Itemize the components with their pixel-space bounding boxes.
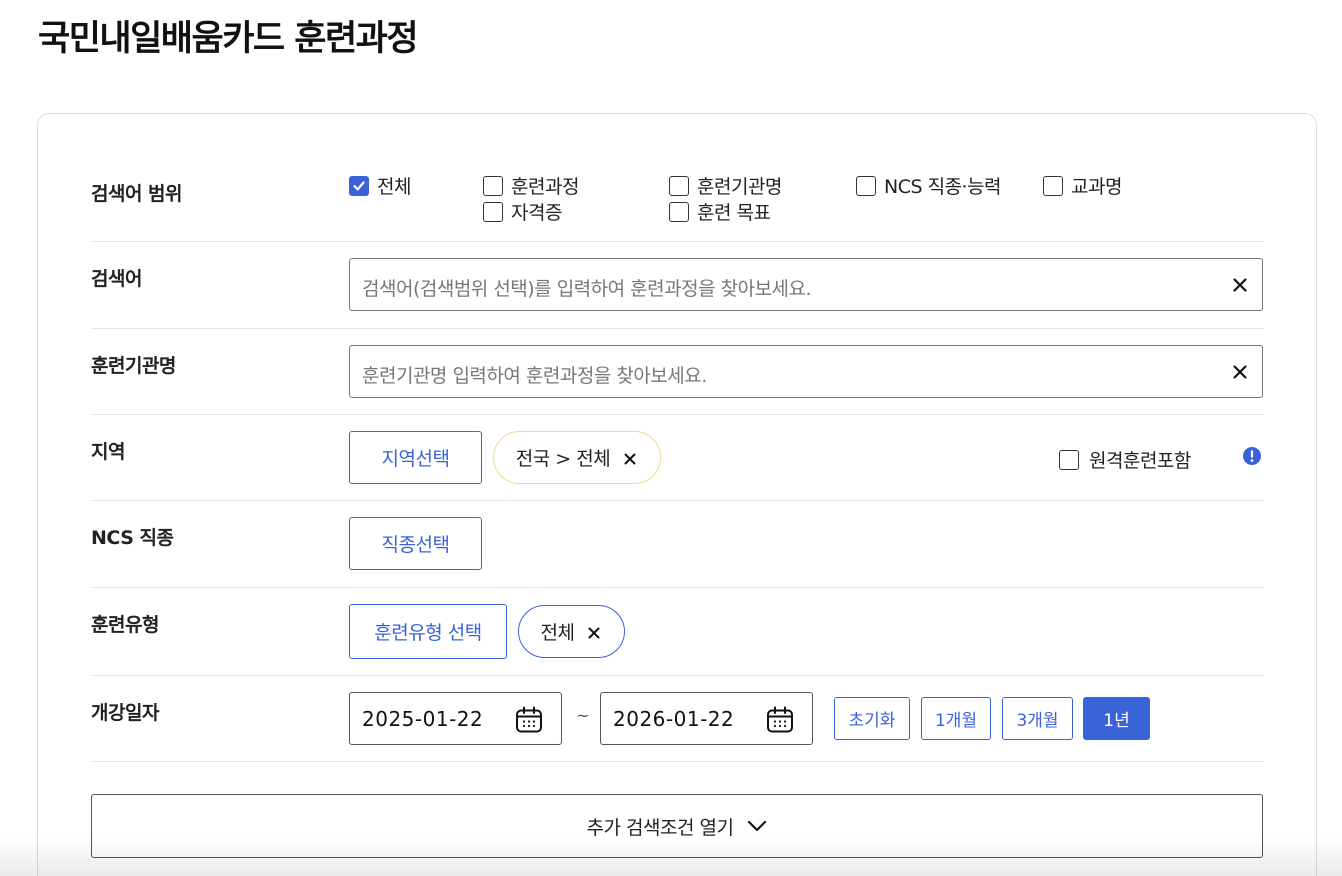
institution-row: 훈련기관명 훈련기관명 입력하여 훈련과정을 찾아보세요.: [91, 329, 1263, 415]
scope-certificate-label: 자격증: [511, 202, 562, 224]
bottom-fade: [0, 835, 1342, 876]
reset-date-button[interactable]: 초기화: [834, 697, 910, 740]
region-row: 지역 지역선택 전국 > 전체 원격훈련포함: [91, 415, 1263, 501]
search-panel: 검색어 범위 전체 훈련과정 훈련기관명 NCS 직종·능력 교과명 자격증 훈…: [37, 113, 1317, 876]
scope-all-checkbox[interactable]: 전체: [349, 172, 411, 199]
scope-course-label: 훈련과정: [511, 176, 579, 198]
training-type-chip[interactable]: 전체: [518, 605, 625, 658]
institution-input[interactable]: 훈련기관명 입력하여 훈련과정을 찾아보세요.: [349, 345, 1263, 398]
start-date-value: 2025-01-22: [362, 707, 484, 731]
close-icon[interactable]: [622, 450, 638, 466]
region-chip-label: 전국 > 전체: [515, 448, 611, 470]
start-date-input[interactable]: 2025-01-22: [349, 692, 562, 745]
scope-institution-checkbox[interactable]: 훈련기관명: [669, 172, 782, 199]
scope-label: 검색어 범위: [91, 183, 183, 205]
ncs-label: NCS 직종: [91, 527, 174, 549]
remote-training-checkbox[interactable]: 원격훈련포함: [1059, 446, 1191, 473]
training-type-select-button[interactable]: 훈련유형 선택: [349, 604, 507, 659]
checkbox-icon: [1043, 175, 1063, 196]
calendar-icon[interactable]: [765, 705, 795, 735]
training-type-label: 훈련유형: [91, 614, 159, 636]
scope-row: 검색어 범위 전체 훈련과정 훈련기관명 NCS 직종·능력 교과명 자격증 훈…: [91, 114, 1263, 242]
scope-subject-checkbox[interactable]: 교과명: [1043, 172, 1122, 199]
region-chip[interactable]: 전국 > 전체: [493, 431, 661, 484]
date-range-separator: ~: [576, 706, 590, 725]
checkbox-icon: [483, 201, 503, 222]
training-type-row: 훈련유형 훈련유형 선택 전체: [91, 588, 1263, 676]
one-year-button[interactable]: 1년: [1083, 697, 1150, 740]
end-date-value: 2026-01-22: [613, 707, 735, 731]
institution-placeholder: 훈련기관명 입력하여 훈련과정을 찾아보세요.: [362, 365, 707, 387]
remote-training-label: 원격훈련포함: [1089, 450, 1191, 472]
scope-goal-checkbox[interactable]: 훈련 목표: [669, 198, 771, 225]
keyword-input[interactable]: 검색어(검색범위 선택)를 입력하여 훈련과정을 찾아보세요.: [349, 258, 1263, 311]
start-date-row: 개강일자 2025-01-22 ~ 2026-01-22 초기화 1개월 3개월…: [91, 676, 1263, 762]
checkbox-icon: [1059, 449, 1079, 470]
keyword-row: 검색어 검색어(검색범위 선택)를 입력하여 훈련과정을 찾아보세요.: [91, 242, 1263, 329]
scope-all-label: 전체: [377, 176, 411, 198]
checkbox-icon: [669, 201, 689, 222]
training-type-chip-label: 전체: [540, 622, 575, 644]
scope-ncs-checkbox[interactable]: NCS 직종·능력: [856, 172, 1002, 199]
ncs-row: NCS 직종 직종선택: [91, 501, 1263, 588]
close-icon[interactable]: [586, 624, 602, 640]
checkbox-icon: [856, 175, 876, 196]
checkbox-icon: [669, 175, 689, 196]
info-icon[interactable]: [1242, 446, 1262, 466]
region-select-button[interactable]: 지역선택: [349, 431, 482, 484]
scope-course-checkbox[interactable]: 훈련과정: [483, 172, 579, 199]
scope-goal-label: 훈련 목표: [697, 202, 771, 224]
chevron-down-icon: [748, 820, 767, 832]
region-label: 지역: [91, 441, 125, 463]
calendar-icon[interactable]: [514, 705, 544, 735]
scope-institution-label: 훈련기관명: [697, 176, 782, 198]
keyword-label: 검색어: [91, 268, 142, 290]
page-title: 국민내일배움카드 훈련과정: [38, 19, 419, 59]
scope-certificate-checkbox[interactable]: 자격증: [483, 198, 562, 225]
checkbox-icon: [483, 175, 503, 196]
end-date-input[interactable]: 2026-01-22: [600, 692, 813, 745]
date-range-controls: 2025-01-22 ~ 2026-01-22 초기화 1개월 3개월 1년: [91, 692, 1263, 745]
close-icon[interactable]: [1230, 275, 1250, 295]
close-icon[interactable]: [1230, 362, 1250, 382]
scope-ncs-label: NCS 직종·능력: [884, 176, 1002, 198]
three-month-button[interactable]: 3개월: [1002, 697, 1073, 740]
one-month-button[interactable]: 1개월: [921, 697, 991, 740]
institution-label: 훈련기관명: [91, 355, 176, 377]
keyword-placeholder: 검색어(검색범위 선택)를 입력하여 훈련과정을 찾아보세요.: [362, 278, 812, 300]
ncs-select-button[interactable]: 직종선택: [349, 517, 482, 570]
scope-subject-label: 교과명: [1071, 176, 1122, 198]
checkbox-checked-icon: [349, 175, 369, 196]
